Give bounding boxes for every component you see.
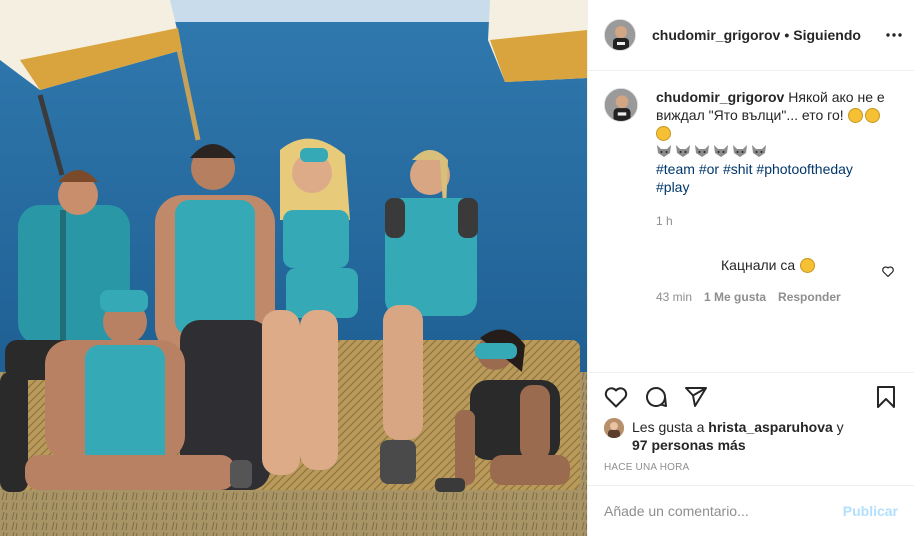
wolf-emoji-row	[656, 142, 898, 160]
post-sidebar: chudomir_grigorov • Siguiendo chudomir_g…	[587, 0, 914, 536]
liker-avatar[interactable]	[604, 418, 624, 438]
wolf-emoji-icon	[657, 145, 671, 157]
comment-like-heart-icon[interactable]	[882, 264, 894, 280]
share-icon[interactable]	[682, 383, 710, 411]
wolf-emoji-icon	[695, 145, 709, 157]
action-bar	[588, 372, 914, 422]
likes-conj: y	[836, 419, 844, 435]
reply-timestamp[interactable]: 43 min	[656, 290, 692, 304]
author-username[interactable]: chudomir_grigorov	[652, 27, 780, 43]
hashtag-link[interactable]: #team	[656, 161, 695, 177]
smiling-emoji-icon	[800, 257, 816, 273]
likes-others-count[interactable]: 97 personas más	[632, 437, 746, 453]
liker-username[interactable]: hrista_asparuhova	[708, 419, 833, 435]
caption-timestamp[interactable]: 1 h	[656, 212, 898, 230]
post-timestamp[interactable]: HACE UNA HORA	[604, 462, 689, 473]
caption-body: chudomir_grigorov Някой ако не е виждал …	[656, 88, 898, 230]
likes-summary: Les gusta a hrista_asparuhova y 97 perso…	[604, 418, 898, 454]
likes-prefix: Les gusta a	[632, 419, 705, 435]
avatar-image	[605, 89, 637, 121]
wolf-emoji-icon	[714, 145, 728, 157]
post-image	[0, 0, 587, 536]
hashtag-link[interactable]: #shit	[723, 161, 753, 177]
more-options-icon[interactable]	[883, 24, 905, 46]
comment-reply: Кацнали са	[721, 257, 898, 273]
hashtag-link[interactable]: #photooftheday	[756, 161, 853, 177]
post-photo[interactable]	[0, 0, 587, 536]
comment-icon[interactable]	[642, 383, 670, 411]
comment-input[interactable]	[604, 503, 843, 519]
laughing-emoji-icon	[864, 108, 880, 123]
heart-icon[interactable]	[602, 383, 630, 411]
publish-button[interactable]: Publicar	[843, 503, 898, 519]
follow-button[interactable]: Siguiendo	[793, 27, 861, 43]
bookmark-icon[interactable]	[872, 383, 900, 411]
laughing-emoji-icon	[847, 108, 863, 123]
laughing-emoji-icon	[656, 126, 671, 141]
reply-text: Кацнали са	[721, 257, 796, 273]
separator-dot: •	[784, 27, 790, 43]
reply-likes-count[interactable]: 1 Me gusta	[704, 290, 766, 304]
wolf-emoji-icon	[676, 145, 690, 157]
reply-meta: 43 min 1 Me gusta Responder	[656, 290, 898, 304]
caption: chudomir_grigorov Някой ако не е виждал …	[604, 88, 898, 230]
add-comment-bar: Publicar	[588, 485, 914, 536]
hashtags: #team #or #shit #photooftheday #play	[656, 160, 898, 196]
likes-text: Les gusta a hrista_asparuhova y 97 perso…	[632, 418, 844, 454]
hashtag-link[interactable]: #or	[699, 161, 719, 177]
post-header: chudomir_grigorov • Siguiendo	[588, 0, 914, 71]
author-avatar[interactable]	[604, 19, 636, 51]
wolf-emoji-icon	[733, 145, 747, 157]
avatar-image	[605, 20, 635, 50]
caption-username[interactable]: chudomir_grigorov	[656, 89, 784, 105]
hashtag-link[interactable]: #play	[656, 179, 689, 195]
caption-avatar[interactable]	[604, 88, 638, 122]
post-modal: chudomir_grigorov • Siguiendo chudomir_g…	[0, 0, 914, 536]
reply-button[interactable]: Responder	[778, 290, 841, 304]
comments-section: chudomir_grigorov Някой ако не е виждал …	[588, 72, 914, 372]
wolf-emoji-icon	[752, 145, 766, 157]
